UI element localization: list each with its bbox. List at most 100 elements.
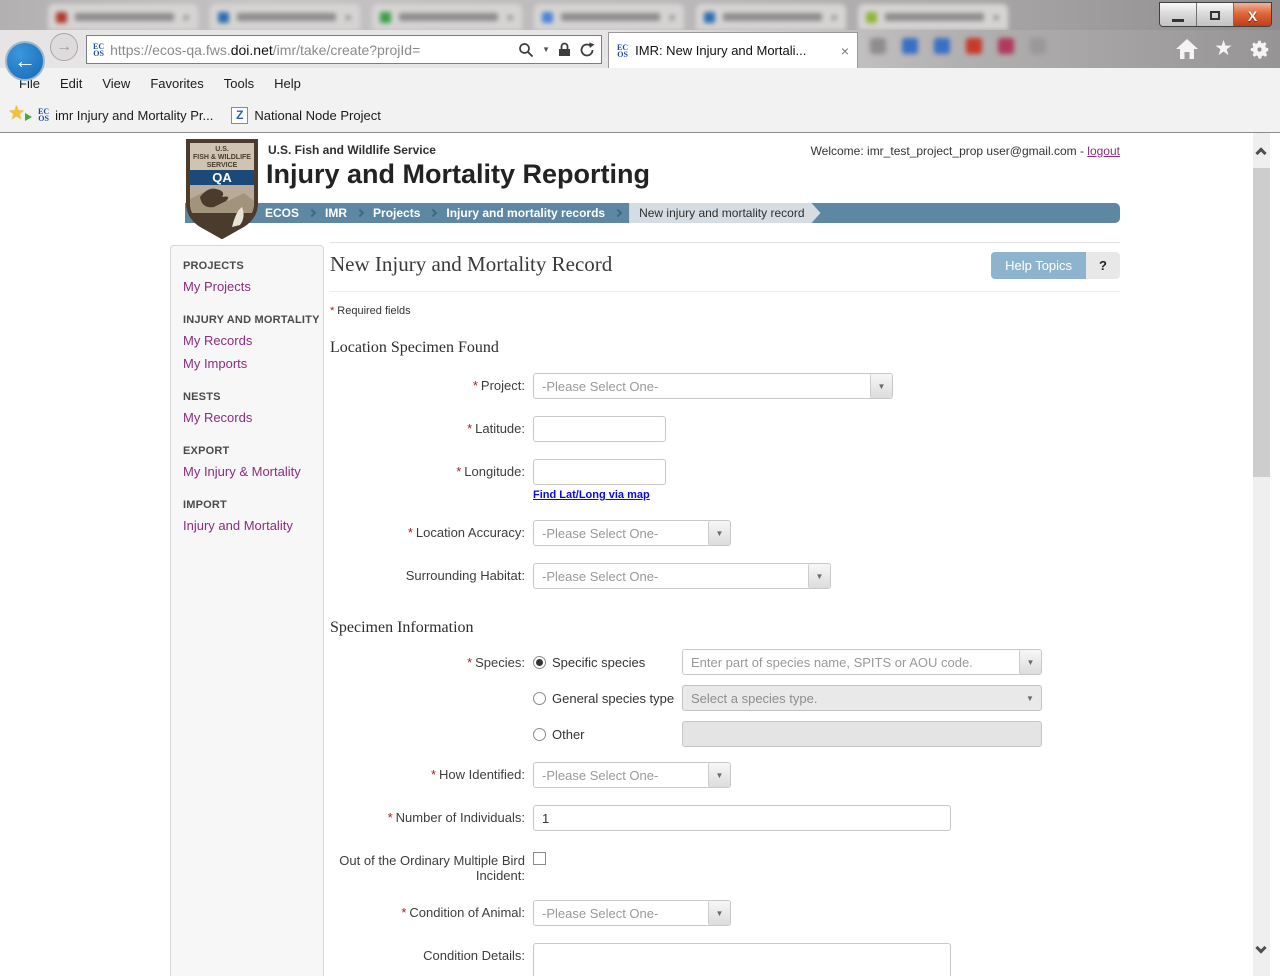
- favorite-item-imr[interactable]: ECOS imr Injury and Mortality Pr...: [38, 108, 223, 123]
- back-button[interactable]: ←: [5, 41, 45, 81]
- close-window-button[interactable]: X: [1234, 3, 1271, 27]
- home-icon[interactable]: [1176, 39, 1198, 59]
- breadcrumb-link-records[interactable]: Injury and mortality records: [444, 206, 607, 220]
- breadcrumb-link-ecos[interactable]: ECOS: [263, 206, 301, 220]
- multiple-bird-incident-checkbox[interactable]: [533, 852, 546, 865]
- scrollbar-thumb[interactable]: [1253, 168, 1270, 477]
- number-of-individuals-input[interactable]: [533, 805, 951, 831]
- forward-button[interactable]: →: [50, 33, 78, 61]
- chevron-down-icon: ▼: [708, 763, 730, 787]
- agency-name: U.S. Fish and Wildlife Service: [268, 143, 436, 157]
- blurred-extension-icon: [1030, 38, 1046, 54]
- section-location-heading: Location Specimen Found: [330, 339, 1120, 357]
- other-species-input[interactable]: [682, 721, 1042, 747]
- radio-icon: [533, 728, 546, 741]
- condition-details-label: Condition Details:: [330, 943, 533, 976]
- blurred-toolbar-icons: [870, 38, 1046, 54]
- species-label: *Species:: [330, 649, 533, 747]
- welcome-message: Welcome: imr_test_project_prop user@gmai…: [811, 144, 1120, 158]
- find-latlong-map-link[interactable]: Find Lat/Long via map: [533, 489, 650, 501]
- surrounding-habitat-label: Surrounding Habitat:: [330, 563, 533, 589]
- url-text: https://ecos-qa.fws.doi.net/imr/take/cre…: [110, 42, 512, 58]
- background-tab[interactable]: ×: [858, 4, 1008, 30]
- close-icon: X: [1248, 8, 1257, 24]
- svg-text:FISH & WILDLIFE: FISH & WILDLIFE: [193, 154, 251, 161]
- required-fields-note: *Required fields: [330, 305, 1120, 317]
- search-dropdown-icon[interactable]: ▼: [542, 45, 550, 54]
- sidebar-heading-injury-mortality: INJURY AND MORTALITY: [183, 314, 323, 326]
- specific-species-radio[interactable]: Specific species: [533, 655, 682, 670]
- breadcrumb-link-imr[interactable]: IMR: [323, 206, 349, 220]
- svg-text:SERVICE: SERVICE: [207, 162, 238, 169]
- condition-of-animal-label: *Condition of Animal:: [330, 900, 533, 926]
- surrounding-habitat-select[interactable]: -Please Select One- ▼: [533, 563, 831, 589]
- gear-icon[interactable]: [1249, 39, 1270, 60]
- favorites-star-icon[interactable]: ★: [1214, 36, 1233, 62]
- breadcrumb: ECOS IMR Projects Injury and mortality r…: [185, 203, 1120, 223]
- radio-selected-icon: [533, 656, 546, 669]
- menu-favorites[interactable]: Favorites: [141, 72, 214, 95]
- menu-tools[interactable]: Tools: [215, 72, 265, 95]
- condition-of-animal-select[interactable]: -Please Select One- ▼: [533, 900, 731, 926]
- add-favorite-button[interactable]: ★: [8, 105, 30, 125]
- minimize-button[interactable]: [1160, 3, 1197, 27]
- number-of-individuals-label: *Number of Individuals:: [330, 805, 533, 831]
- background-tab[interactable]: ×: [696, 4, 846, 30]
- general-species-radio[interactable]: General species type: [533, 691, 682, 706]
- background-tab[interactable]: ×: [48, 4, 198, 30]
- forward-arrow-icon: →: [56, 38, 72, 56]
- chevron-right-icon: [356, 209, 364, 217]
- sidebar-item-my-imports[interactable]: My Imports: [183, 352, 323, 375]
- sidebar-item-export-injury-mortality[interactable]: My Injury & Mortality: [183, 460, 323, 483]
- background-tab[interactable]: ×: [534, 4, 684, 30]
- form-row-condition-of-animal: *Condition of Animal: -Please Select One…: [330, 900, 1120, 926]
- background-tab[interactable]: ×: [210, 4, 360, 30]
- sidebar-heading-import: IMPORT: [183, 499, 323, 511]
- form-row-how-identified: *How Identified: -Please Select One- ▼: [330, 762, 1120, 788]
- project-select[interactable]: -Please Select One- ▼: [533, 373, 893, 399]
- menu-help[interactable]: Help: [265, 72, 312, 95]
- form-row-latitude: *Latitude:: [330, 416, 1120, 442]
- logout-link[interactable]: logout: [1087, 144, 1120, 158]
- refresh-icon[interactable]: [579, 42, 595, 58]
- help-topics-button[interactable]: Help Topics: [991, 252, 1086, 279]
- longitude-input[interactable]: [533, 459, 666, 485]
- address-bar[interactable]: ECOS https://ecos-qa.fws.doi.net/imr/tak…: [86, 35, 602, 64]
- form-row-location-accuracy: *Location Accuracy: -Please Select One- …: [330, 520, 1120, 546]
- chevron-down-icon: ▼: [708, 901, 730, 925]
- sidebar-item-my-records[interactable]: My Records: [183, 329, 323, 352]
- specific-species-combobox[interactable]: Enter part of species name, SPITS or AOU…: [682, 649, 1042, 675]
- form-row-condition-details: Condition Details:: [330, 943, 1120, 976]
- background-tabs: × × × × × ×: [48, 4, 1008, 30]
- help-question-button[interactable]: ?: [1086, 252, 1120, 279]
- condition-details-textarea[interactable]: [533, 943, 951, 976]
- window-titlebar: × × × × × × X: [0, 0, 1280, 30]
- other-species-radio[interactable]: Other: [533, 727, 682, 742]
- scroll-up-icon[interactable]: [1255, 147, 1266, 158]
- scroll-down-icon[interactable]: [1255, 942, 1266, 953]
- latitude-label: *Latitude:: [330, 416, 533, 442]
- breadcrumb-link-projects[interactable]: Projects: [371, 206, 422, 220]
- general-species-select[interactable]: Select a species type. ▼: [682, 685, 1042, 711]
- back-arrow-icon: ←: [14, 48, 36, 74]
- location-accuracy-select[interactable]: -Please Select One- ▼: [533, 520, 731, 546]
- active-tab[interactable]: ECOS IMR: New Injury and Mortali... ×: [608, 32, 858, 68]
- maximize-button[interactable]: [1197, 3, 1234, 27]
- menu-edit[interactable]: Edit: [51, 72, 93, 95]
- sidebar-item-nests-my-records[interactable]: My Records: [183, 406, 323, 429]
- vertical-scrollbar[interactable]: [1253, 133, 1270, 976]
- chevron-down-icon: ▼: [708, 521, 730, 545]
- how-identified-label: *How Identified:: [330, 762, 533, 788]
- project-label: *Project:: [330, 373, 533, 399]
- minimize-icon: [1172, 19, 1184, 22]
- sidebar-item-my-projects[interactable]: My Projects: [183, 275, 323, 298]
- favorite-item-national-node[interactable]: Z National Node Project: [231, 107, 390, 124]
- close-tab-icon[interactable]: ×: [841, 43, 849, 59]
- how-identified-select[interactable]: -Please Select One- ▼: [533, 762, 731, 788]
- location-accuracy-label: *Location Accuracy:: [330, 520, 533, 546]
- latitude-input[interactable]: [533, 416, 666, 442]
- search-icon[interactable]: [518, 42, 534, 58]
- sidebar-item-import-injury-mortality[interactable]: Injury and Mortality: [183, 514, 323, 537]
- background-tab[interactable]: ×: [372, 4, 522, 30]
- menu-view[interactable]: View: [93, 72, 141, 95]
